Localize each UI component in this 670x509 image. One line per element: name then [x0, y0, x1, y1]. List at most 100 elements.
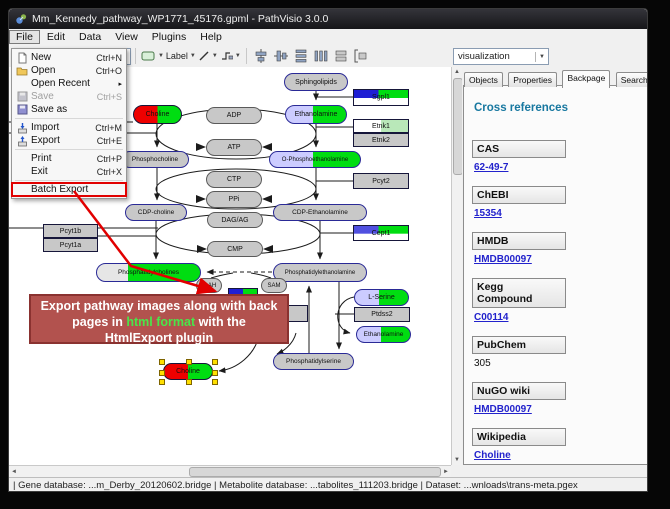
xref-value: 305	[474, 358, 639, 369]
node-cmp[interactable]: CMP	[207, 241, 263, 257]
node-adp[interactable]: ADP	[206, 107, 262, 124]
node-choline-bottom[interactable]: Choline	[163, 363, 213, 380]
menu-view[interactable]: View	[108, 30, 145, 44]
node-label: ADP	[227, 112, 241, 119]
node-sgpl1[interactable]: Sgpl1	[353, 89, 409, 106]
scroll-down-icon[interactable]: ▼	[452, 455, 462, 465]
label-tool-button[interactable]: Label▼	[166, 47, 196, 65]
node-sphingolipids[interactable]: Sphingolipids	[284, 73, 348, 91]
menu-data[interactable]: Data	[72, 30, 108, 44]
selection-handle[interactable]	[186, 379, 192, 385]
selection-handle[interactable]	[159, 370, 165, 376]
node-phosphatidylcholines[interactable]: Phosphatidylcholines	[96, 263, 201, 282]
tab-properties[interactable]: Properties	[508, 72, 557, 87]
visualization-select[interactable]: visualization▼	[453, 48, 549, 65]
menu-item-open[interactable]: OpenCtrl+O	[12, 64, 126, 77]
node-cdp-choline[interactable]: CDP-choline	[125, 204, 187, 221]
menu-item-save-as[interactable]: Save as	[12, 103, 126, 116]
toolbar-separator	[135, 48, 136, 64]
pathvisio-window: Mm_Kennedy_pathway_WP1771_45176.gpml - P…	[8, 8, 648, 492]
tab-backpage[interactable]: Backpage	[562, 70, 610, 88]
selection-handle[interactable]	[212, 379, 218, 385]
node-ethanolamine-bottom[interactable]: Ethanolamine	[356, 326, 411, 343]
node-pcyt1b[interactable]: Pcyt1b	[43, 224, 98, 238]
selection-handle[interactable]	[159, 379, 165, 385]
menu-separator	[15, 149, 123, 150]
common-size-icon	[334, 49, 348, 63]
xref-section-header: Wikipedia	[472, 428, 566, 446]
node-pcyt1a[interactable]: Pcyt1a	[43, 238, 98, 252]
menu-item-new[interactable]: NewCtrl+N	[12, 51, 126, 64]
xref-link[interactable]: HMDB00097	[474, 254, 639, 265]
menu-edit[interactable]: Edit	[40, 30, 72, 44]
menu-file[interactable]: File	[9, 30, 40, 44]
node-l-serine[interactable]: L-Serine	[354, 289, 409, 306]
xref-link[interactable]: 62-49-7	[474, 162, 639, 173]
node-etnk1[interactable]: Etnk1	[353, 119, 409, 133]
node-cdp-ethanolamine[interactable]: CDP-Ethanolamine	[273, 204, 367, 221]
datanode-tool-button[interactable]: ▼	[141, 47, 164, 65]
node-ppi[interactable]: PPi	[206, 191, 262, 208]
menu-item-exit[interactable]: ExitCtrl+X	[12, 165, 126, 178]
selection-handle[interactable]	[212, 370, 218, 376]
xref-section-cas: CAS 62-49-7	[472, 140, 639, 173]
common-size-button[interactable]	[332, 47, 350, 65]
line-tool-button[interactable]: ▼	[198, 47, 218, 65]
cross-references-heading: Cross references	[474, 102, 639, 114]
node-phosphatidylserine[interactable]: Phosphatidylserine	[273, 353, 354, 370]
node-s-ah[interactable]: S-AH	[196, 278, 222, 293]
align-center-y-icon	[274, 49, 288, 63]
backpage-content: Cross references CAS62-49-7ChEBI15354HMD…	[463, 85, 648, 465]
node-choline-top[interactable]: Choline	[133, 105, 182, 124]
canvas-horizontal-scrollbar[interactable]: ◄ ►	[9, 465, 451, 477]
node-pcyt2[interactable]: Pcyt2	[353, 173, 409, 189]
menu-item-open-recent[interactable]: Open Recent▸	[12, 77, 126, 90]
menu-item-print[interactable]: PrintCtrl+P	[12, 152, 126, 165]
node-label: Choline	[176, 368, 200, 375]
xref-link[interactable]: HMDB00097	[474, 404, 639, 415]
selection-handle[interactable]	[159, 359, 165, 365]
menu-help[interactable]: Help	[193, 30, 229, 44]
canvas-vertical-scrollbar[interactable]: ▲ ▼	[451, 67, 462, 465]
menu-item-import[interactable]: ImportCtrl+M	[12, 121, 126, 134]
distribute-vertical-button[interactable]	[292, 47, 310, 65]
node-phosphocholine[interactable]: Phosphocholine	[121, 151, 189, 168]
scroll-up-icon[interactable]: ▲	[452, 67, 462, 77]
save-as-icon	[15, 104, 29, 115]
node-o-phosphoethanolamine[interactable]: O-Phosphoethanolamine	[269, 151, 361, 168]
menu-item-save[interactable]: SaveCtrl+S	[12, 90, 126, 103]
xref-section-nugo-wiki: NuGO wikiHMDB00097	[472, 382, 639, 415]
xref-link[interactable]: Choline	[474, 450, 639, 461]
scroll-right-icon[interactable]: ►	[441, 466, 451, 477]
node-phosphatidylethanolamine[interactable]: Phosphatidylethanolamine	[273, 263, 367, 282]
xref-link[interactable]: 15354	[474, 208, 639, 219]
tab-objects[interactable]: Objects	[464, 72, 503, 87]
menu-item-export[interactable]: ExportCtrl+E	[12, 134, 126, 147]
node-ptdss2[interactable]: Ptdss2	[354, 307, 410, 322]
connector-tool-button[interactable]: ▼	[220, 47, 241, 65]
align-center-x-button[interactable]	[252, 47, 270, 65]
distribute-horizontal-icon	[314, 49, 328, 63]
node-dag-ag[interactable]: DAG/AG	[207, 212, 263, 228]
node-etnk2[interactable]: Etnk2	[353, 133, 409, 147]
node-atp[interactable]: ATP	[206, 139, 262, 156]
selection-handle[interactable]	[212, 359, 218, 365]
scroll-left-icon[interactable]: ◄	[9, 466, 19, 477]
xref-section-header: CAS	[472, 140, 566, 158]
callout-line-1: Export pathway images along with back	[31, 298, 287, 314]
node-ctp[interactable]: CTP	[206, 171, 262, 188]
node-cept1[interactable]: Cept1	[353, 225, 409, 241]
align-center-y-button[interactable]	[272, 47, 290, 65]
node-sam[interactable]: SAM	[261, 278, 287, 293]
side-panel-tabs: Objects Properties Backpage Search Legen…	[464, 67, 648, 85]
tab-search[interactable]: Search	[616, 72, 648, 87]
group-button[interactable]	[352, 47, 370, 65]
menu-item-batch-export[interactable]: Batch Export	[12, 183, 126, 196]
selection-handle[interactable]	[186, 359, 192, 365]
menu-plugins[interactable]: Plugins	[145, 30, 193, 44]
distribute-horizontal-button[interactable]	[312, 47, 330, 65]
horizontal-scroll-thumb[interactable]	[189, 467, 441, 477]
xref-link[interactable]: C00114	[474, 312, 639, 323]
node-ethanolamine-top[interactable]: Ethanolamine	[285, 105, 347, 124]
callout-highlight: html format	[126, 315, 195, 329]
